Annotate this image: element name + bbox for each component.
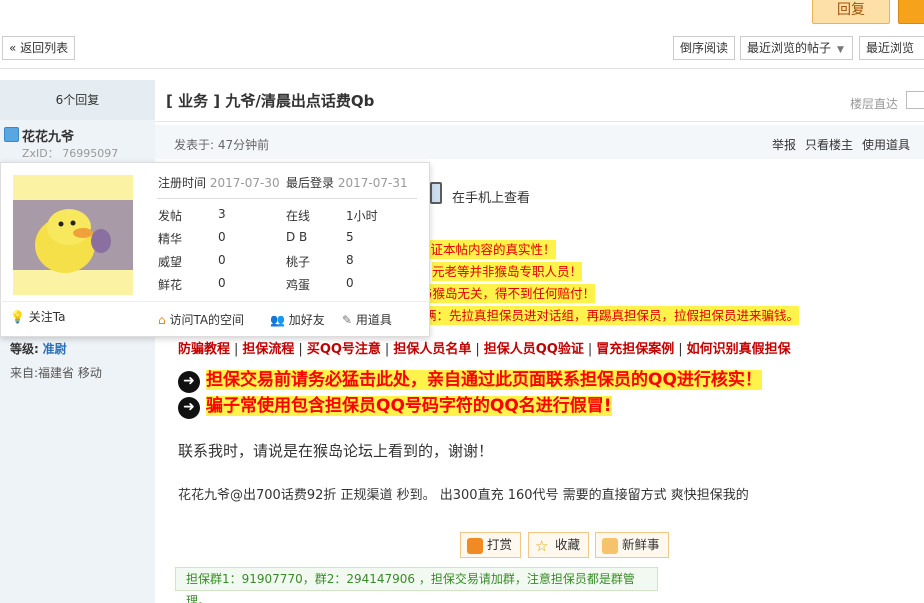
user-icon — [4, 127, 19, 142]
reply-count: 6个回复 — [0, 80, 155, 120]
avatar[interactable] — [13, 175, 133, 295]
use-item-card-label: 用道具 — [355, 313, 392, 327]
stat-label: 鸡蛋 — [286, 278, 311, 292]
register-info: 注册时间 2017-07-30 — [158, 174, 280, 191]
guarantee-group-info: 担保群1：91907770，群2：294147906 ，担保交易请加群，注意担保… — [175, 567, 658, 603]
author-id: ZxID： 76995097 — [22, 147, 119, 160]
last-login-info: 最后登录 2017-07-31 — [286, 174, 408, 191]
home-icon: ⌂ — [158, 313, 166, 327]
stat-value: 5 — [346, 230, 354, 244]
tip-button[interactable]: 打赏 — [460, 532, 522, 558]
warning-line-4: 俩：先拉真担保员进对话组，再踢真担保员，拉假担保员进来骗钱。 — [424, 306, 800, 325]
coin-icon — [467, 537, 483, 554]
chevron-down-icon: ▼ — [837, 45, 844, 55]
level-value[interactable]: 准尉 — [43, 342, 67, 356]
use-item-card-link[interactable]: ✎ 用道具 — [342, 311, 392, 328]
divider — [0, 68, 924, 69]
divider — [0, 301, 430, 302]
arrow-right-icon: ➜ — [178, 370, 200, 393]
follow-label: 关注Ta — [28, 310, 66, 324]
floor-jump-input[interactable] — [906, 91, 924, 109]
last-login-value: 2017-07-31 — [337, 176, 408, 190]
use-item-link[interactable]: 使用道具 — [862, 136, 910, 153]
register-value: 2017-07-30 — [209, 176, 280, 190]
post-content: 花花九爷@出700话费92折 正规渠道 秒到。 出300直充 160代号 需要的… — [178, 488, 749, 503]
stat-label: 桃子 — [286, 255, 311, 269]
favorite-button[interactable]: ☆ 收藏 — [528, 532, 590, 558]
stat-label: 威望 — [158, 255, 183, 269]
stat-value: 1小时 — [346, 209, 378, 223]
post-title: [ 业务 ] 九爷/清晨出点话费Qb — [166, 92, 375, 110]
fresh-button[interactable]: 新鲜事 — [595, 532, 669, 558]
add-friend-link[interactable]: 👥 加好友 — [270, 311, 325, 328]
safety-link[interactable]: 担保人员QQ验证 — [484, 342, 584, 357]
report-link[interactable]: 举报 — [772, 136, 796, 153]
fresh-label: 新鲜事 — [622, 537, 660, 552]
stat-label: 在线 — [286, 209, 311, 223]
reverse-order-button[interactable]: 倒序阅读 — [673, 36, 736, 60]
warning-line-3: 与猴岛无关，得不到任何赔付！ — [420, 284, 596, 303]
recent-posts-dropdown[interactable]: 最近浏览的帖子 ▼ — [740, 36, 853, 60]
verify-notice[interactable]: ➜ 担保交易前请务必猛击此处，亲自通过此页面联系担保员的QQ进行核实！ — [178, 368, 762, 393]
stat-label: D B — [286, 230, 308, 244]
warning-line-2: 元老等并非猴岛专职人员！ — [432, 262, 583, 281]
recent-boards-dropdown[interactable]: 最近浏览 — [859, 36, 924, 60]
favorite-label: 收藏 — [555, 537, 581, 552]
safety-link[interactable]: 担保人员名单 — [393, 342, 471, 357]
stat-value: 3 — [218, 207, 226, 221]
recent-posts-label: 最近浏览的帖子 — [747, 41, 832, 55]
tip-label: 打赏 — [487, 537, 513, 552]
duck-avatar-image — [13, 200, 133, 273]
reply-button[interactable]: 回复 — [812, 0, 890, 24]
wand-icon: ✎ — [342, 313, 353, 327]
last-login-label: 最后登录 — [286, 176, 335, 190]
phone-icon — [430, 182, 442, 204]
stat-value: 8 — [346, 253, 354, 267]
safety-links: 防骗教程 | 担保流程 | 买QQ号注意 | 担保人员名单 | 担保人员QQ验证 | 冒充担保案例 |… — [178, 342, 791, 357]
warning-line-1: 保证本帖内容的真实性！ — [418, 240, 556, 259]
register-label: 注册时间 — [158, 176, 207, 190]
author-level: 等级: 准尉 — [10, 340, 67, 357]
stat-value: 0 — [218, 230, 226, 244]
floor-jump-label: 楼层直达 — [850, 97, 899, 111]
safety-link[interactable]: 冒充担保案例 — [596, 342, 674, 357]
level-label: 等级: — [10, 342, 39, 356]
stat-label: 鲜花 — [158, 278, 183, 292]
users-icon: 👥 — [270, 313, 285, 327]
stat-label: 发帖 — [158, 209, 183, 223]
stat-label: 精华 — [158, 232, 183, 246]
safety-link[interactable]: 防骗教程 — [178, 342, 230, 357]
post-time: 发表于: 47分钟前 — [174, 138, 270, 152]
only-author-link[interactable]: 只看楼主 — [805, 136, 853, 153]
follow-button[interactable]: 💡 关注Ta — [10, 308, 65, 325]
news-icon — [602, 537, 618, 554]
stat-value: 0 — [218, 253, 226, 267]
safety-link[interactable]: 担保流程 — [242, 342, 294, 357]
arrow-right-icon: ➜ — [178, 396, 200, 419]
view-on-mobile-link[interactable]: 在手机上查看 — [452, 187, 530, 206]
safety-link[interactable]: 买QQ号注意 — [307, 342, 381, 357]
back-to-list-button[interactable]: « 返回列表 — [2, 36, 76, 60]
bulb-icon: 💡 — [10, 310, 25, 324]
stat-value: 0 — [346, 276, 354, 290]
divider — [157, 198, 417, 199]
author-location: 来自:福建省 移动 — [10, 366, 102, 380]
new-post-button[interactable] — [898, 0, 924, 24]
safety-link[interactable]: 如何识别真假担保 — [687, 342, 791, 357]
star-icon: ☆ — [535, 536, 549, 555]
scam-notice-text: 骗子常使用包含担保员QQ号码字符的QQ名进行假冒! — [206, 396, 612, 416]
visit-space-link[interactable]: ⌂ 访问TA的空间 — [158, 311, 244, 328]
author-name[interactable]: 花花九爷 — [22, 126, 74, 145]
scam-notice: ➜ 骗子常使用包含担保员QQ号码字符的QQ名进行假冒! — [178, 394, 612, 419]
add-friend-label: 加好友 — [288, 313, 325, 327]
verify-notice-text: 担保交易前请务必猛击此处，亲自通过此页面联系担保员的QQ进行核实！ — [206, 370, 762, 390]
stat-value: 0 — [218, 276, 226, 290]
visit-space-label: 访问TA的空间 — [169, 313, 245, 327]
contact-note: 联系我时，请说是在猴岛论坛上看到的，谢谢！ — [178, 442, 494, 460]
